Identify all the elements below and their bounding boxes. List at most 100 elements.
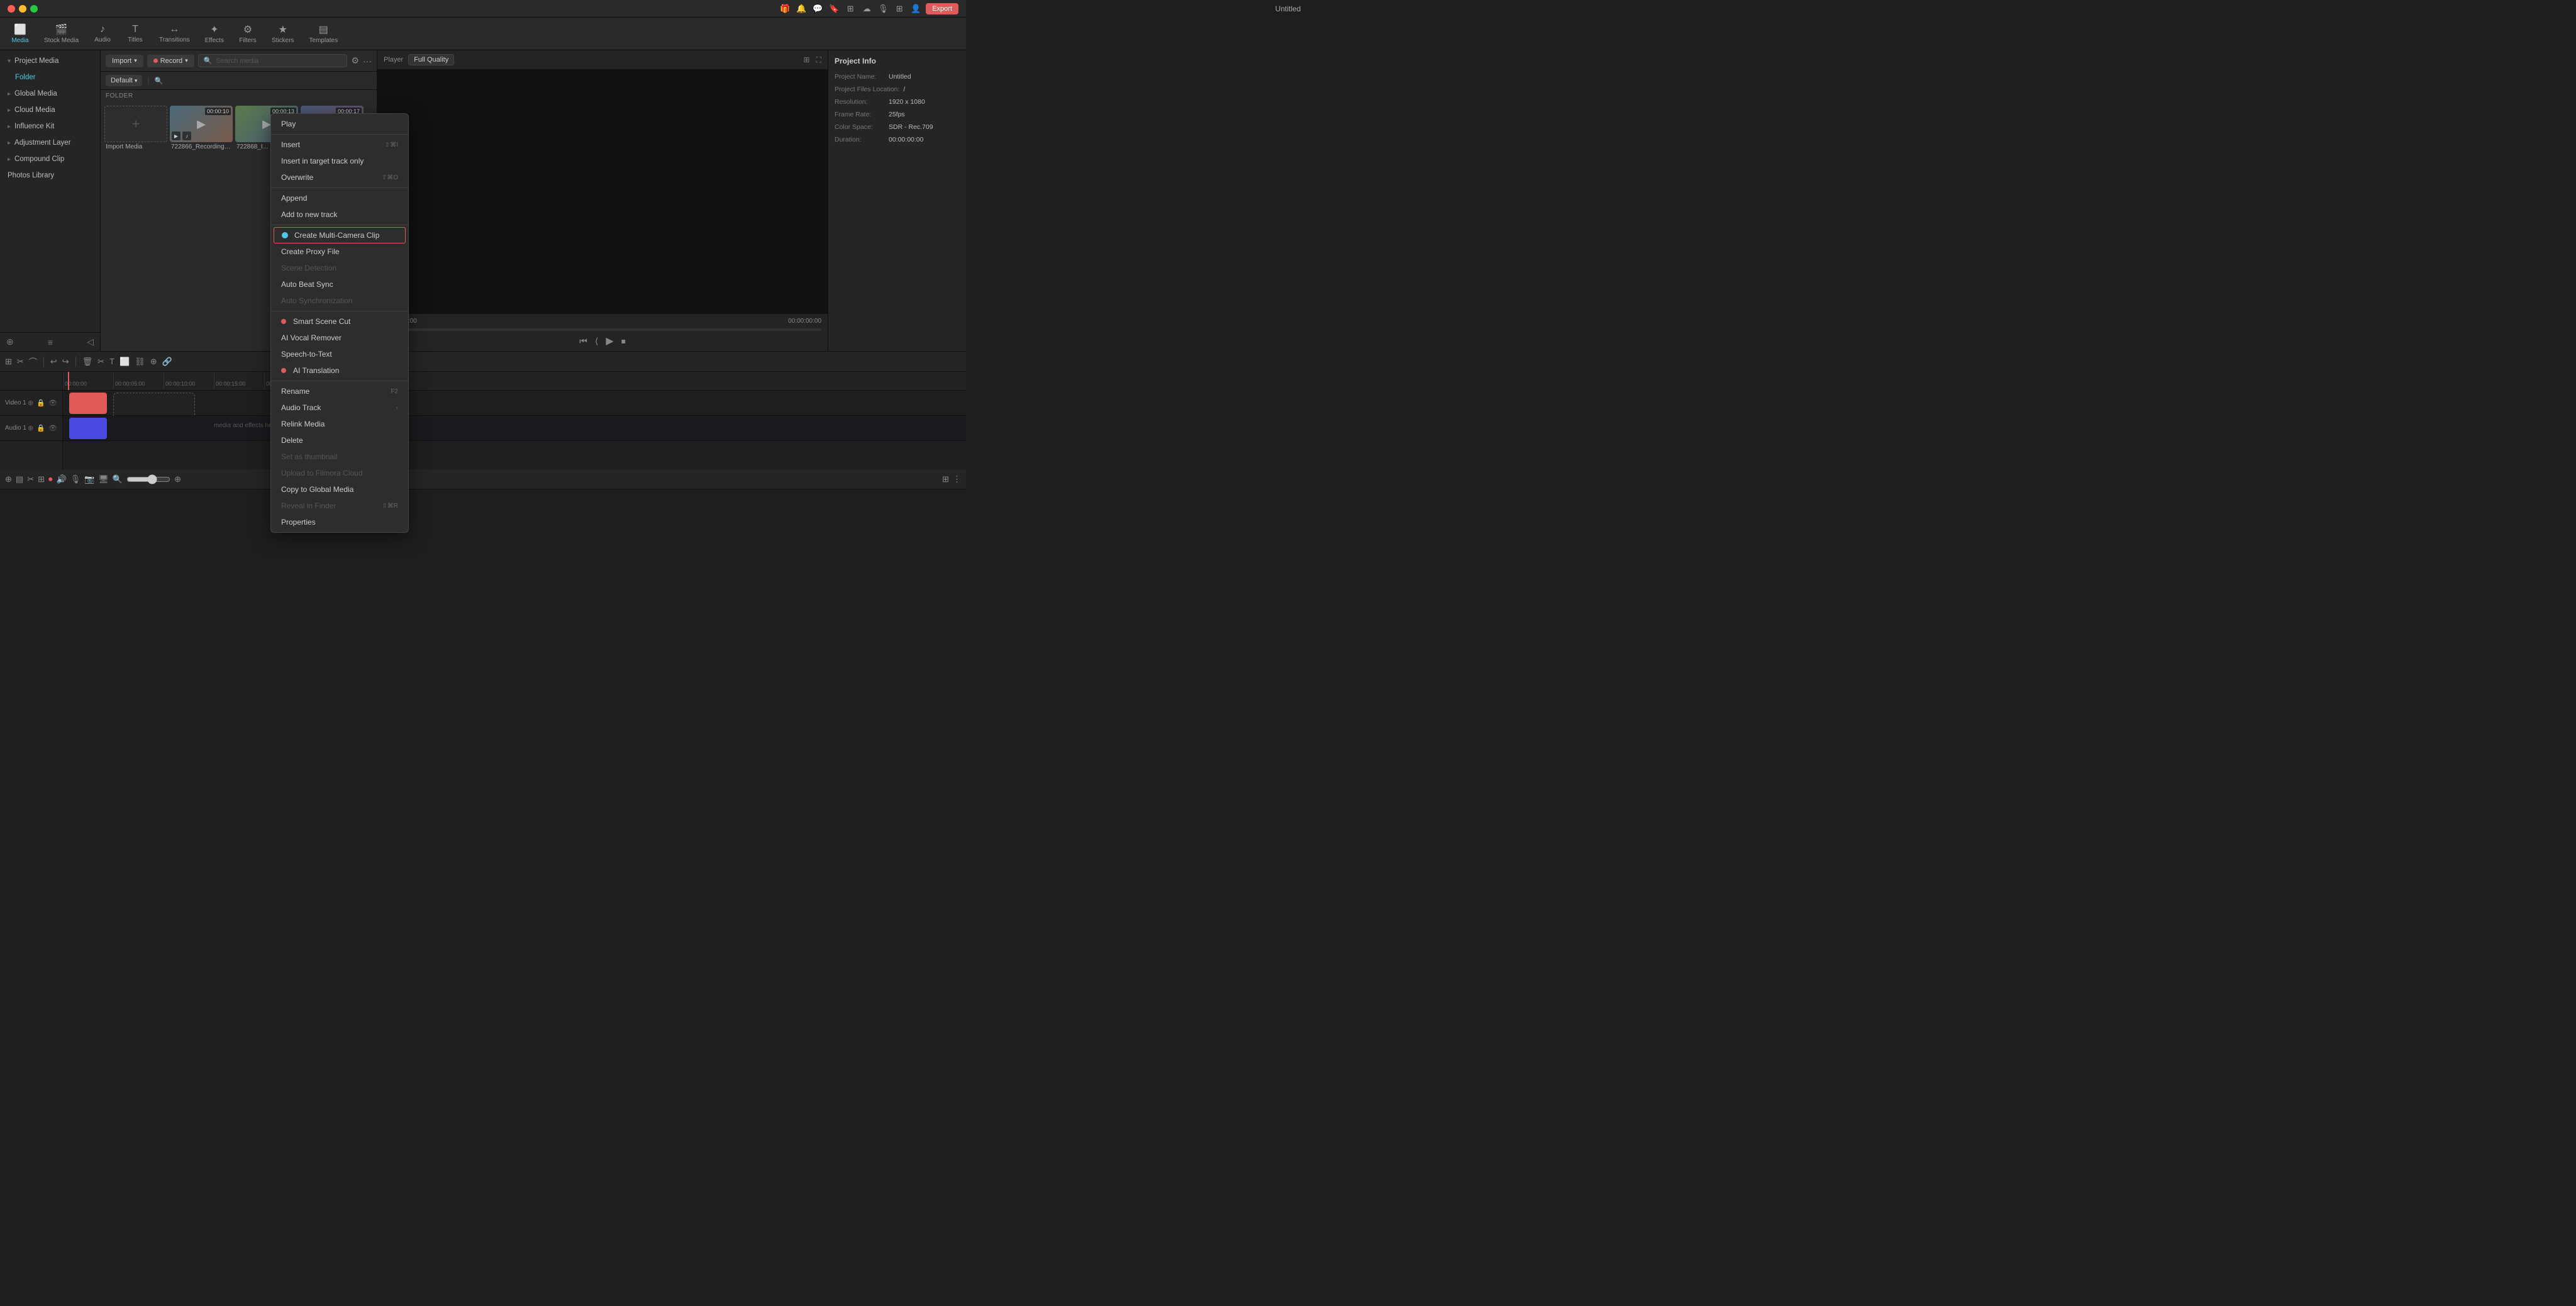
track-eye-icon[interactable]: 👁 [48,399,57,407]
more-icon[interactable]: ··· [363,56,372,66]
gift-icon[interactable]: 🎁 [780,4,790,14]
toolbar-effects[interactable]: ✦ Effects [199,21,230,47]
media-item-import[interactable]: + Import Media [104,106,167,347]
close-button[interactable] [8,5,15,13]
toolbar-templates[interactable]: ▤ Templates [303,21,345,47]
tl-link-icon[interactable]: 🔗 [162,357,172,367]
player-progress-bar-container[interactable] [384,328,821,331]
player-view-icon[interactable]: ⊞ [804,55,810,65]
tl-stamp-icon[interactable]: ⊕ [150,357,157,367]
media-item-1[interactable]: ▶ 00:00:10 ▶ ♪ 722866_Recording P... [170,106,233,347]
toolbar-audio[interactable]: ♪ Audio [87,21,118,46]
tl-zoom-out-icon[interactable]: 🔍 [113,474,123,484]
export-button[interactable]: Export [926,3,958,14]
import-button[interactable]: Import ▾ [106,55,143,67]
track-add-audio-icon[interactable]: ⊕ [28,424,33,432]
ctx-ai-vocal[interactable]: AI Vocal Remover [271,330,408,346]
tl-redo-icon[interactable]: ↪ [62,357,69,367]
toolbar-transitions[interactable]: ↔ Transitions [153,21,196,46]
player-fullscreen-icon[interactable]: ⛶ [816,55,821,65]
grid-icon[interactable]: ⊞ [845,4,855,14]
tl-text-icon[interactable]: T [109,357,114,366]
toolbar-media[interactable]: ⬜ Media [5,21,35,47]
record-button[interactable]: Record ▾ [147,55,194,67]
default-view-button[interactable]: Default ▾ [106,75,142,86]
sidebar-item-influence-kit[interactable]: ▸ Influence Kit [0,118,100,135]
ctx-rename[interactable]: Rename F2 [271,383,408,399]
tl-scissors-icon[interactable]: ✂ [17,357,24,367]
ctx-delete[interactable]: Delete [271,432,408,449]
toolbar-stock-media[interactable]: 🎬 Stock Media [38,21,85,47]
tl-record-icon[interactable]: ⏺ [48,474,53,484]
tl-box-icon[interactable]: ⬜ [119,357,130,367]
sidebar-item-cloud-media[interactable]: ▸ Cloud Media [0,102,100,118]
tl-monitor-icon[interactable]: 🖥 [98,474,109,484]
player-stop-button[interactable]: ⏹ [621,336,626,347]
ctx-overwrite[interactable]: Overwrite ⇧⌘O [271,169,408,186]
clip-block-video[interactable] [69,393,107,414]
player-prev-button[interactable]: ⏮ [579,336,587,347]
sidebar-item-global-media[interactable]: ▸ Global Media [0,86,100,102]
track-lock-audio-icon[interactable]: 🔒 [36,424,45,432]
ctx-play[interactable]: Play [271,116,408,132]
sidebar-item-adjustment-layer[interactable]: ▸ Adjustment Layer [0,135,100,151]
ctx-audio-track[interactable]: Audio Track › [271,399,408,416]
filter-icon[interactable]: ⚙ [351,55,359,66]
toolbar-filters[interactable]: ⚙ Filters [233,21,263,47]
bookmark-icon[interactable]: 🔖 [829,4,839,14]
tl-view-options-icon[interactable]: ⊞ [942,474,949,484]
ctx-ai-translate[interactable]: AI Translation [271,362,408,379]
search-bar[interactable]: 🔍 Search media [198,54,348,67]
tl-cut2-icon[interactable]: ✂ [97,357,104,367]
collapse-icon[interactable]: ◁ [87,337,94,347]
ctx-insert-target[interactable]: Insert in target track only [271,153,408,169]
ctx-copy-global[interactable]: Copy to Global Media [271,481,408,498]
bell-icon[interactable]: 🔔 [796,4,806,14]
apps-icon[interactable]: ⊞ [894,4,904,14]
cloud-icon[interactable]: ☁ [862,4,872,14]
tl-add-box-icon[interactable]: ⊞ [38,474,45,484]
tl-list-icon[interactable]: ▤ [16,474,23,484]
toolbar-titles[interactable]: T Titles [120,21,150,46]
tl-snap-icon[interactable]: ⊞ [5,357,12,367]
ctx-relink[interactable]: Relink Media [271,416,408,432]
player-rewind-button[interactable]: ⟨ [595,336,598,347]
ctx-properties[interactable]: Properties [271,514,408,530]
tl-zoom-in-icon[interactable]: ⊕ [174,474,181,484]
clip-block-audio[interactable] [69,418,107,439]
sidebar-item-project-media[interactable]: ▾ Project Media [0,53,100,69]
tl-more-options-icon[interactable]: ⋮ [953,474,961,484]
track-add-icon[interactable]: ⊕ [28,399,33,407]
new-folder-icon[interactable]: ⊕ [6,337,14,347]
ctx-smart-scene[interactable]: Smart Scene Cut [271,313,408,330]
list-view-icon[interactable]: ≡ [48,337,53,347]
tl-undo-icon[interactable]: ↩ [50,357,57,367]
user-avatar[interactable]: 👤 [911,4,921,14]
tl-cut3-icon[interactable]: ✂ [27,474,34,484]
tl-chain-icon[interactable]: ⛓ [135,357,145,367]
player-play-button[interactable]: ▶ [606,335,613,347]
minimize-button[interactable] [19,5,26,13]
ctx-append[interactable]: Append [271,190,408,206]
sidebar-item-photos-library[interactable]: Photos Library [0,167,100,184]
ctx-insert[interactable]: Insert ⇧⌘I [271,137,408,153]
tl-camera-icon[interactable]: 📷 [84,474,94,484]
tl-volume-icon[interactable]: 🔊 [57,474,67,484]
mic-icon[interactable]: 🎙 [878,4,888,14]
maximize-button[interactable] [30,5,38,13]
tl-delete-icon[interactable]: 🗑 [82,357,93,367]
ctx-add-track[interactable]: Add to new track [271,206,408,223]
search-icon-secondary[interactable]: 🔍 [155,77,164,85]
track-eye-audio-icon[interactable]: 👁 [48,424,57,432]
quality-button[interactable]: Full Quality [408,54,454,65]
tl-mic-icon[interactable]: 🎙 [70,474,81,484]
message-icon[interactable]: 💬 [813,4,823,14]
toolbar-stickers[interactable]: ★ Stickers [265,21,301,47]
ctx-speech-text[interactable]: Speech-to-Text [271,346,408,362]
sidebar-item-compound-clip[interactable]: ▸ Compound Clip [0,151,100,167]
ctx-create-multicam[interactable]: Create Multi-Camera Clip [274,227,406,243]
track-lock-icon[interactable]: 🔒 [36,399,45,407]
tl-hook-icon[interactable]: ⌒ [29,355,37,367]
zoom-slider[interactable] [126,474,170,484]
sidebar-item-folder[interactable]: Folder [0,69,100,86]
